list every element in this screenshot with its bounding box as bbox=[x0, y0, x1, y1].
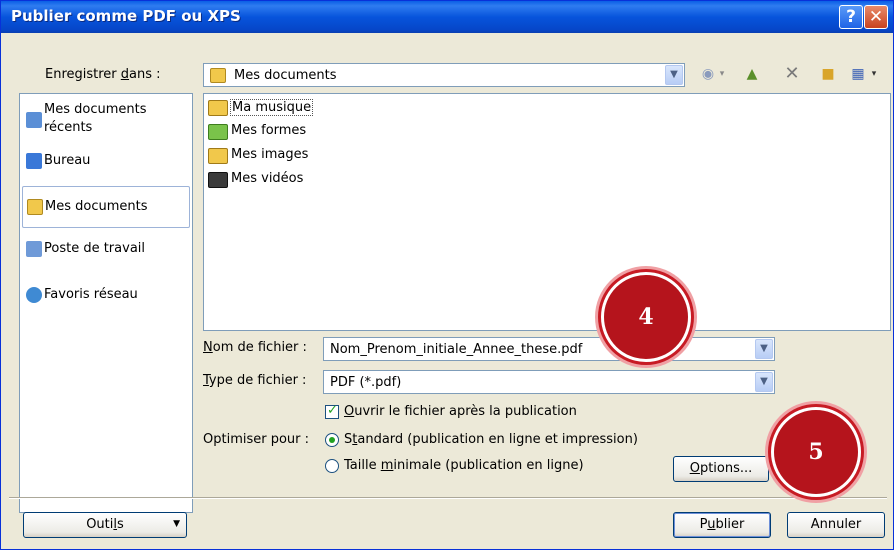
standard-radio[interactable] bbox=[325, 433, 339, 447]
minimal-size-label: Taille minimale (publication en ligne) bbox=[344, 458, 584, 473]
filename-field[interactable]: Nom_Prenom_initiale_Annee_these.pdf ▼ bbox=[323, 337, 775, 361]
pictures-folder-icon bbox=[208, 148, 228, 164]
videos-folder-icon bbox=[208, 172, 228, 188]
open-after-checkbox[interactable]: ✓ bbox=[325, 403, 339, 419]
open-after-label: Ouvrir le fichier après la publication bbox=[344, 404, 577, 419]
help-button[interactable]: ? bbox=[839, 5, 863, 29]
places-item-my-computer[interactable]: Poste de travail bbox=[22, 238, 190, 262]
my-computer-icon bbox=[26, 241, 42, 257]
save-in-label: Enregistrer dans : bbox=[45, 67, 161, 82]
minimal-size-radio[interactable] bbox=[325, 459, 339, 473]
places-item-desktop[interactable]: Bureau bbox=[22, 150, 190, 174]
filetype-label: Type de fichier : bbox=[203, 373, 307, 388]
publish-pdf-dialog: Publier comme PDF ou XPS ? ✕ Enregistrer… bbox=[0, 0, 894, 550]
places-item-network[interactable]: Favoris réseau bbox=[22, 284, 190, 308]
views-icon[interactable]: ▦ bbox=[849, 65, 867, 83]
network-places-icon bbox=[26, 287, 42, 303]
new-folder-icon[interactable]: ■ bbox=[819, 65, 837, 83]
optimize-label: Optimiser pour : bbox=[203, 432, 310, 447]
up-folder-icon[interactable]: ▲ bbox=[743, 65, 761, 83]
back-dropdown-icon[interactable]: ▾ bbox=[717, 65, 727, 83]
back-icon[interactable]: ◉ bbox=[699, 65, 717, 83]
places-item-recent[interactable]: Mes documents récents bbox=[22, 102, 190, 142]
options-button[interactable]: Options... bbox=[673, 456, 769, 482]
dialog-title: Publier comme PDF ou XPS bbox=[11, 7, 241, 25]
recent-documents-icon bbox=[26, 112, 42, 128]
checkmark-icon: ✓ bbox=[327, 403, 338, 418]
close-button[interactable]: ✕ bbox=[864, 5, 888, 29]
chevron-down-icon[interactable]: ▼ bbox=[755, 339, 773, 359]
title-bar[interactable]: Publier comme PDF ou XPS ? ✕ bbox=[1, 1, 893, 33]
filetype-dropdown[interactable]: PDF (*.pdf) ▼ bbox=[323, 370, 775, 394]
divider bbox=[9, 497, 887, 499]
my-documents-icon bbox=[210, 68, 226, 83]
delete-icon[interactable]: ✕ bbox=[783, 65, 801, 83]
filename-label: Nom de fichier : bbox=[203, 340, 307, 355]
step-4-marker: 4 bbox=[601, 272, 691, 362]
music-folder-icon bbox=[208, 100, 228, 116]
chevron-down-icon[interactable]: ▼ bbox=[665, 65, 683, 85]
tools-button[interactable]: Outils ▼ bbox=[23, 512, 187, 538]
standard-label: Standard (publication en ligne et impres… bbox=[344, 432, 638, 447]
file-list[interactable]: Ma musique Mes formes Mes images Mes vid… bbox=[203, 93, 891, 331]
views-dropdown-icon[interactable]: ▾ bbox=[869, 65, 879, 83]
cancel-button[interactable]: Annuler bbox=[787, 512, 885, 538]
chevron-down-icon: ▼ bbox=[173, 519, 180, 529]
desktop-icon bbox=[26, 153, 42, 169]
my-documents-icon bbox=[27, 199, 43, 215]
save-in-dropdown[interactable]: Mes documents ▼ bbox=[203, 63, 685, 87]
chevron-down-icon[interactable]: ▼ bbox=[755, 372, 773, 392]
shapes-folder-icon bbox=[208, 124, 228, 140]
publish-button[interactable]: Publier bbox=[673, 512, 771, 538]
places-item-my-documents[interactable]: Mes documents bbox=[22, 186, 190, 228]
places-bar: Mes documents récents Bureau Mes documen… bbox=[19, 93, 193, 513]
step-5-marker: 5 bbox=[771, 407, 861, 497]
